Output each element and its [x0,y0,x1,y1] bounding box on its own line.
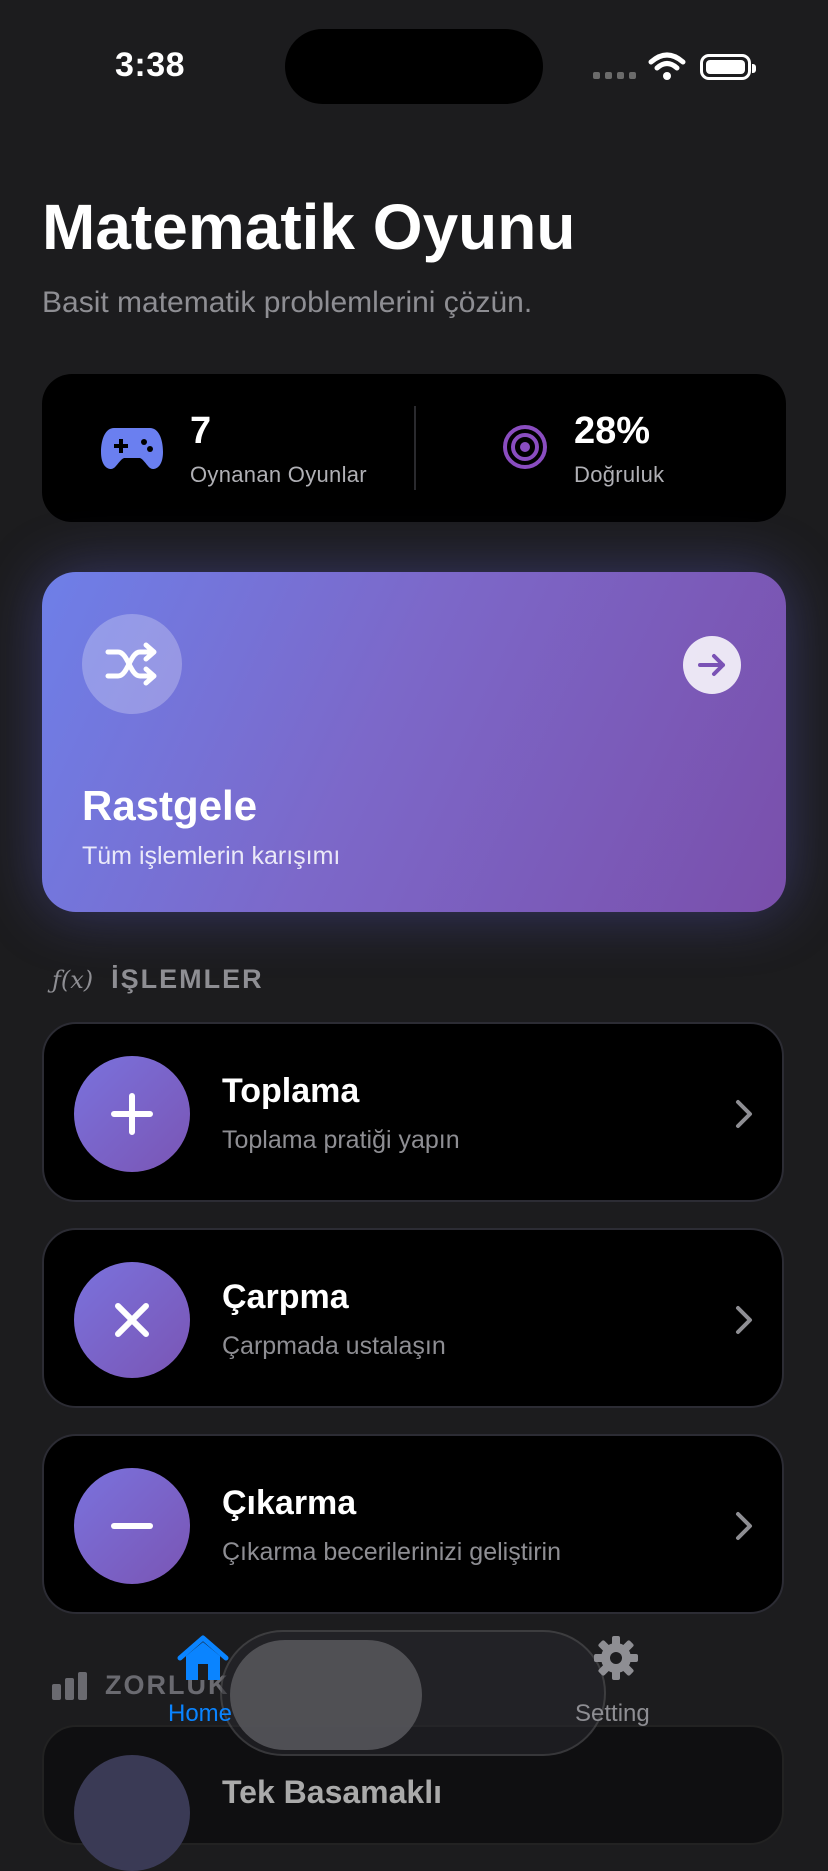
minus-icon [111,1523,153,1529]
function-icon: ƒ(x) [52,965,94,994]
chevron-right-icon [736,1306,752,1334]
house-icon [177,1635,229,1680]
stats-divider [414,406,416,490]
shuffle-icon [105,642,157,686]
difficulty-title: Tek Basamaklı [222,1774,442,1810]
operation-title: Çıkarma [222,1484,357,1522]
status-time: 3:38 [115,46,186,84]
battery-icon [700,54,756,80]
multiply-icon-circle [74,1262,190,1378]
chevron-right-icon [736,1512,752,1540]
plus-icon-circle [74,1056,190,1172]
operation-title: Toplama [222,1072,360,1110]
shuffle-icon-circle [82,614,182,714]
operation-subtitle: Toplama pratiği yapın [222,1126,460,1154]
gear-icon [594,1636,638,1680]
operation-subtitle: Çıkarma becerilerinizi geliştirin [222,1538,561,1566]
operations-section-label: İŞLEMLER [111,964,264,994]
target-icon [503,425,547,469]
operation-title: Çarpma [222,1278,349,1316]
signal-icon [593,72,636,79]
tab-setting[interactable]: Setting [575,1700,650,1728]
plus-icon [111,1093,153,1135]
minus-icon-circle [74,1468,190,1584]
operations-section-header: ƒ(x) İŞLEMLER [52,964,264,995]
tab-home[interactable]: Home [168,1700,232,1728]
multiply-icon [115,1303,149,1337]
games-played-label: Oynanan Oyunlar [190,462,367,487]
chart-bars-icon [52,1671,87,1700]
start-random-button[interactable] [683,636,741,694]
gamepad-icon [101,428,163,469]
tab-selection-indicator [230,1640,422,1750]
accuracy-value: 28% [574,410,651,452]
chevron-right-icon [736,1100,752,1128]
random-title: Rastgele [82,782,258,829]
arrow-right-icon [698,654,725,676]
accuracy-label: Doğruluk [574,462,665,487]
wifi-icon [648,52,686,80]
page-subtitle: Basit matematik problemlerini çözün. [42,286,533,319]
operation-subtitle: Çarpmada ustalaşın [222,1332,446,1360]
random-subtitle: Tüm işlemlerin karışımı [82,842,341,870]
difficulty-icon-circle [74,1755,190,1871]
games-played-value: 7 [190,410,212,452]
dynamic-island [285,29,543,104]
page-title: Matematik Oyunu [42,191,576,263]
